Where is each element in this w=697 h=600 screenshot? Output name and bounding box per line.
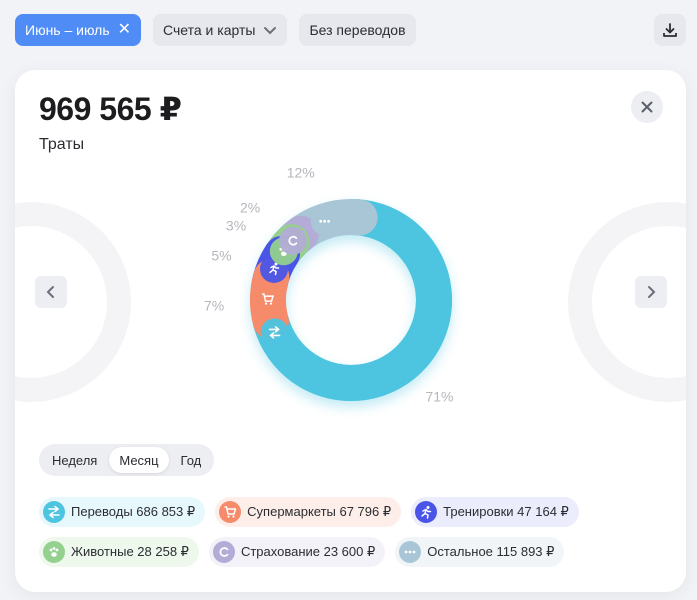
spending-donut-chart: 71% 7% 5% 3% 2% 12% (204, 165, 453, 407)
more-dots-icon (399, 541, 422, 563)
legend-item-supermarkets[interactable]: Супермаркеты 67 796 ₽ (215, 497, 402, 527)
total-amount: 969 565 ₽ (39, 91, 182, 127)
close-icon (641, 101, 653, 113)
filter-bar: Июнь – июль ✕ Счета и карты Без переводо… (15, 14, 416, 46)
period-filter-chip[interactable]: Июнь – июль ✕ (15, 14, 142, 46)
transfer-icon (260, 318, 289, 347)
transfer-icon (43, 501, 65, 523)
percent-label-supermarkets: 7% (204, 298, 224, 314)
insurance-c-icon (212, 541, 235, 563)
legend-item-sport[interactable]: Тренировки 47 164 ₽ (411, 497, 579, 527)
runner-icon (415, 501, 438, 523)
chevron-down-icon (264, 27, 277, 35)
spending-card: 969 565 ₽ Траты 71% 7% 5% 3% 2% 12% Неделя Ме… (15, 70, 686, 592)
legend-item-insurance[interactable]: Страхование 23 600 ₽ (208, 537, 386, 567)
accounts-filter-label: Счета и карты (163, 22, 256, 38)
legend-label: Животные 28 258 ₽ (71, 544, 189, 559)
close-button[interactable] (631, 91, 663, 123)
transfers-filter-chip[interactable]: Без переводов (299, 14, 416, 46)
legend-item-other[interactable]: Остальное 115 893 ₽ (395, 537, 565, 567)
tab-year[interactable]: Год (171, 447, 212, 473)
more-dots-icon (310, 207, 339, 236)
accounts-filter-dropdown[interactable]: Счета и карты (153, 14, 288, 46)
legend-label: Переводы 686 853 ₽ (71, 504, 196, 519)
legend-label: Тренировки 47 164 ₽ (443, 504, 569, 519)
download-icon (663, 23, 677, 37)
percent-label-transfers: 71% (425, 389, 453, 405)
clear-period-icon[interactable]: ✕ (118, 22, 131, 38)
cart-icon (219, 501, 242, 523)
paw-icon (43, 541, 65, 563)
period-tabs: Неделя Месяц Год (39, 444, 215, 476)
percent-label-insurance: 2% (240, 199, 260, 215)
cart-icon (254, 285, 283, 314)
percent-label-other: 12% (287, 165, 315, 181)
category-legend: Переводы 686 853 ₽ Супермаркеты 67 796 ₽… (39, 497, 679, 577)
legend-label: Остальное 115 893 ₽ (427, 544, 555, 559)
legend-item-transfers[interactable]: Переводы 686 853 ₽ (39, 497, 206, 527)
percent-label-sport: 5% (211, 247, 231, 263)
transfers-filter-label: Без переводов (309, 22, 406, 38)
tab-week[interactable]: Неделя (42, 447, 107, 473)
tab-month[interactable]: Месяц (109, 447, 169, 473)
legend-label: Супермаркеты 67 796 ₽ (247, 504, 392, 519)
period-filter-label: Июнь – июль (25, 22, 110, 38)
insurance-c-icon (278, 226, 307, 255)
legend-item-pets[interactable]: Животные 28 258 ₽ (39, 537, 199, 567)
download-button[interactable] (654, 14, 686, 46)
legend-label: Страхование 23 600 ₽ (240, 544, 376, 559)
percent-label-pets: 3% (226, 217, 246, 233)
